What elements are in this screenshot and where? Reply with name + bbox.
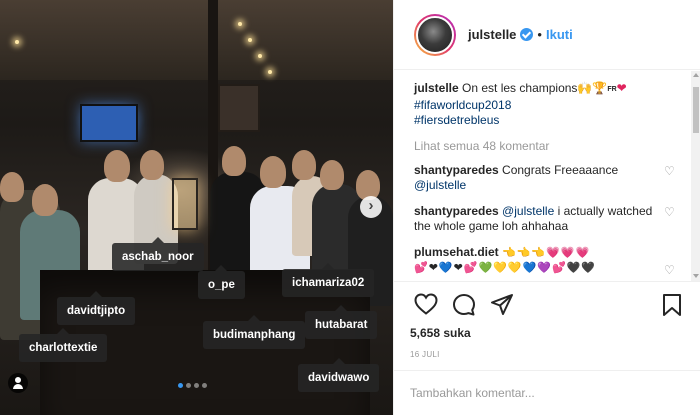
photo-face — [320, 160, 344, 190]
photo-light — [258, 54, 262, 58]
comment-icon[interactable] — [452, 293, 476, 317]
flag-fr-icon: FR — [607, 86, 617, 93]
tagged-users-icon[interactable] — [8, 373, 28, 393]
comment-text: Congrats Freeaaance — [502, 162, 619, 177]
comments-section[interactable]: julstelle On est les champions🙌🏆FR❤ #fif… — [394, 71, 691, 281]
post-header: julstelle • Ikuti — [394, 0, 700, 70]
comment-text: 💕❤💙❤💕💚💛💛💙💜💕🖤🖤 — [414, 262, 597, 274]
photo-light — [238, 22, 242, 26]
hashtag-link[interactable]: #fiersdetrebleus — [414, 113, 654, 129]
user-tag[interactable]: davidtjipto — [57, 291, 136, 325]
comment-mention[interactable]: @julstelle — [414, 178, 654, 194]
comment-username[interactable]: plumsehat.diet — [414, 245, 499, 259]
user-tag[interactable]: ichamariza02 — [282, 263, 375, 297]
view-all-comments-link[interactable]: Lihat semua 48 komentar — [414, 139, 691, 153]
post-photo[interactable]: aschab_noor o_pe ichamariza02 davidtjipt… — [0, 0, 393, 415]
likes-count[interactable]: 5,658 suka — [410, 326, 685, 340]
like-comment-heart-icon[interactable]: ♡ — [664, 206, 676, 218]
comment-text: 👈👈👈💗💗💗 — [502, 246, 591, 259]
photo-lantern — [172, 178, 198, 230]
heart-icon[interactable] — [414, 293, 438, 315]
chevron-right-icon[interactable]: › — [360, 196, 382, 218]
header-separator: • — [537, 27, 542, 42]
photo-light — [268, 70, 272, 74]
user-tag[interactable]: o_pe — [198, 265, 245, 299]
raised-hands-emoji-icon: 🙌 — [577, 81, 593, 95]
photo-face — [32, 184, 58, 216]
scrollbar-thumb[interactable] — [693, 87, 699, 133]
user-tag[interactable]: budimanphang — [203, 315, 306, 349]
photo-light — [248, 38, 252, 42]
avatar-image — [416, 15, 454, 54]
photo-face — [0, 172, 24, 202]
share-icon[interactable] — [490, 293, 514, 317]
photo-face — [292, 150, 316, 180]
comments-scrollbar[interactable] — [691, 71, 700, 281]
user-tag[interactable]: davidwawo — [298, 358, 380, 392]
carousel-indicator — [178, 383, 207, 388]
comment-username[interactable]: shantyparedes — [414, 204, 499, 218]
post-date: 16 JULI — [410, 350, 440, 359]
tagged-users-icon-head — [15, 377, 21, 383]
user-tag[interactable]: charlottextie — [19, 328, 108, 362]
add-comment-bar — [394, 370, 700, 415]
avatar[interactable] — [414, 13, 456, 56]
photo-light — [15, 40, 19, 44]
carousel-dot[interactable] — [178, 383, 183, 388]
photo-tv-screen — [80, 104, 138, 142]
scroll-up-arrow-icon[interactable] — [693, 73, 699, 77]
post-caption: julstelle On est les champions🙌🏆FR❤ #fif… — [414, 81, 654, 129]
bookmark-icon[interactable] — [662, 293, 682, 317]
photo-face — [222, 146, 246, 176]
heart-emoji-icon: ❤ — [616, 81, 627, 95]
hashtag-link[interactable]: #fifaworldcup2018 — [414, 98, 654, 114]
carousel-dot[interactable] — [194, 383, 199, 388]
carousel-dot[interactable] — [202, 383, 207, 388]
author-username[interactable]: julstelle — [468, 27, 516, 42]
tagged-users-icon-body — [13, 384, 23, 389]
post-actions: 5,658 suka 16 JULI — [394, 281, 700, 369]
photo-face — [104, 150, 130, 182]
photo-shelf — [218, 84, 260, 132]
comment-mention[interactable]: @julstelle — [502, 204, 554, 218]
trophy-emoji-icon: 🏆 — [592, 81, 608, 95]
carousel-dot[interactable] — [186, 383, 191, 388]
photo-face — [140, 150, 164, 180]
scroll-down-arrow-icon[interactable] — [693, 274, 699, 278]
photo-ceiling — [0, 0, 393, 80]
add-comment-input[interactable] — [410, 386, 670, 400]
action-icons — [410, 290, 685, 324]
comment-item: plumsehat.diet 👈👈👈💗💗💗 💕❤💙❤💕💚💛💛💙💜💕🖤🖤 ♡ — [414, 245, 675, 277]
user-tag[interactable]: aschab_noor — [112, 237, 204, 271]
caption-username[interactable]: julstelle — [414, 81, 459, 95]
caption-text: On est les champions — [462, 81, 578, 95]
comment-item: shantyparedes Congrats Freeaaance @julst… — [414, 162, 675, 194]
user-tag[interactable]: hutabarat — [305, 305, 378, 339]
photo-face — [260, 156, 286, 188]
like-comment-heart-icon[interactable]: ♡ — [664, 264, 676, 276]
comment-item: shantyparedes @julstelle i actually watc… — [414, 204, 675, 235]
like-comment-heart-icon[interactable]: ♡ — [664, 165, 676, 177]
post-detail-panel: julstelle • Ikuti julstelle On est les c… — [393, 0, 700, 415]
follow-button[interactable]: Ikuti — [546, 27, 573, 42]
comment-username[interactable]: shantyparedes — [414, 163, 499, 177]
verified-badge-icon — [520, 28, 534, 41]
